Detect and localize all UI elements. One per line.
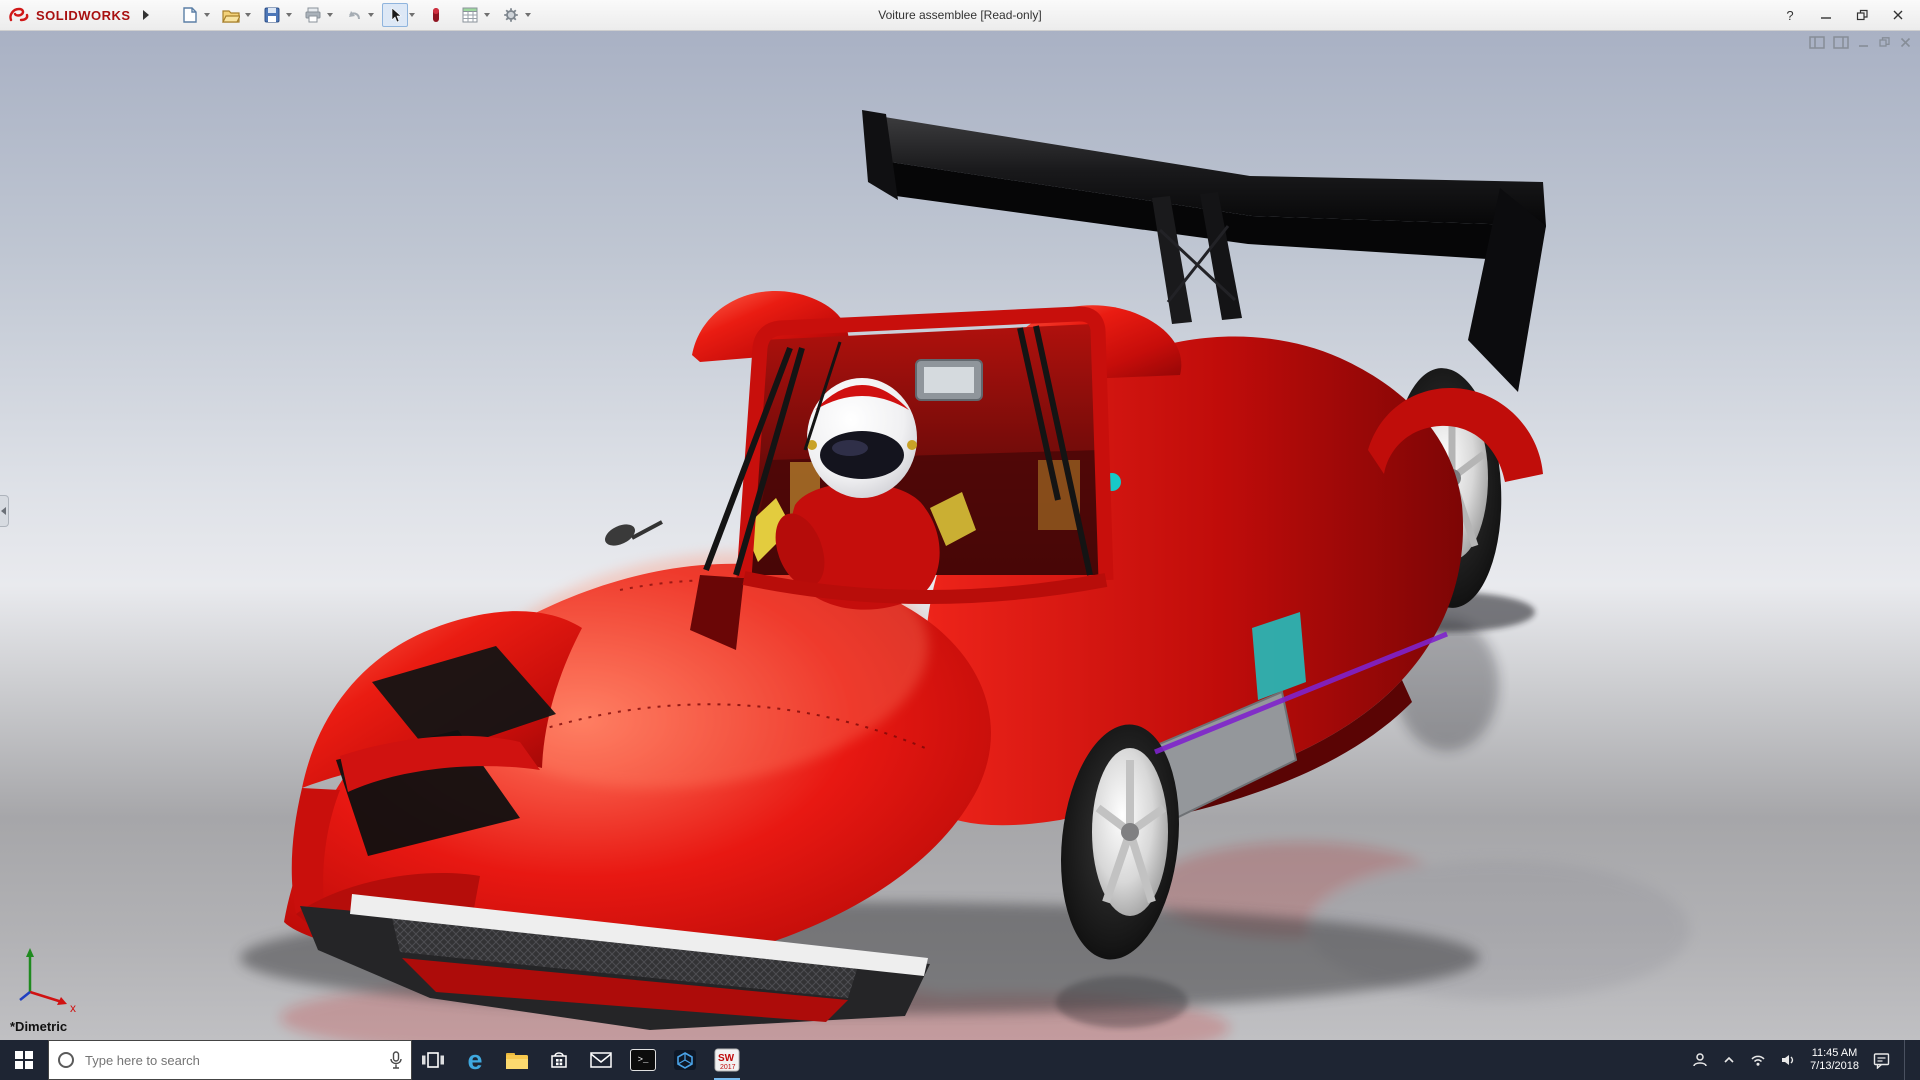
people-icon[interactable] xyxy=(1692,1052,1708,1068)
view-orientation-label: *Dimetric xyxy=(10,1019,68,1034)
minimize-button[interactable] xyxy=(1818,7,1834,23)
helmet-visor xyxy=(820,431,904,479)
viewport-pane-controls xyxy=(1809,36,1912,49)
restore-icon xyxy=(1856,9,1868,21)
close-button[interactable] xyxy=(1890,7,1906,23)
volume-icon[interactable] xyxy=(1780,1052,1796,1068)
minimize-view-icon[interactable] xyxy=(1857,36,1870,49)
system-tray: 11:45 AM 7/13/2018 xyxy=(1692,1040,1920,1080)
solidworks-2017-icon: SW 2017 xyxy=(714,1048,740,1072)
new-document-caret-icon[interactable] xyxy=(203,13,210,17)
design-table-button[interactable] xyxy=(457,3,483,27)
close-view-icon[interactable] xyxy=(1899,36,1912,49)
open-button[interactable] xyxy=(218,3,244,27)
taskbar-solidworks[interactable]: SW 2017 xyxy=(706,1040,748,1080)
network-icon[interactable] xyxy=(1750,1053,1766,1067)
window-controls: ? xyxy=(1782,7,1920,23)
taskbar-search[interactable] xyxy=(48,1040,412,1080)
undo-button[interactable] xyxy=(341,3,367,27)
taskbar-mail[interactable] xyxy=(580,1040,622,1080)
taskbar-store[interactable] xyxy=(538,1040,580,1080)
gear-icon xyxy=(503,8,518,22)
clock-date: 7/13/2018 xyxy=(1810,1060,1859,1072)
edge-icon: e xyxy=(467,1044,483,1075)
edrawings-icon xyxy=(674,1050,696,1070)
action-center-icon[interactable] xyxy=(1873,1052,1890,1069)
design-table-icon xyxy=(462,7,478,23)
save-button[interactable] xyxy=(259,3,285,27)
ds-logo-icon xyxy=(9,7,29,22)
store-icon xyxy=(551,1052,567,1068)
restore-view-icon[interactable] xyxy=(1878,36,1891,49)
save-icon xyxy=(264,7,280,23)
file-explorer-icon xyxy=(506,1052,528,1069)
left-side-mirror[interactable] xyxy=(602,520,639,550)
taskbar-edge[interactable]: e xyxy=(454,1040,496,1080)
options-button[interactable] xyxy=(498,3,524,27)
design-table-caret-icon[interactable] xyxy=(483,13,490,17)
restore-button[interactable] xyxy=(1854,7,1870,23)
open-folder-icon xyxy=(221,10,240,23)
print-caret-icon[interactable] xyxy=(326,13,333,17)
split-pane-left-icon[interactable] xyxy=(1809,36,1825,49)
mail-icon xyxy=(590,1052,612,1068)
select-cursor-icon xyxy=(391,7,402,23)
appearance-icon xyxy=(432,8,439,22)
task-view-button[interactable] xyxy=(412,1040,454,1080)
reference-triad: x xyxy=(19,948,76,1014)
print-icon xyxy=(305,7,321,23)
svg-text:2017: 2017 xyxy=(720,1064,736,1071)
split-pane-right-icon[interactable] xyxy=(1833,36,1849,49)
panel-collapse-tab[interactable] xyxy=(0,494,9,527)
clock-time: 11:45 AM xyxy=(1811,1047,1858,1059)
titlebar: SOLIDWORKS Voiture assemblee [Read-only]… xyxy=(0,0,1920,31)
start-button[interactable] xyxy=(0,1040,48,1080)
minimize-icon xyxy=(1821,17,1831,19)
help-button[interactable]: ? xyxy=(1782,7,1798,23)
collapse-arrow-icon xyxy=(1,506,6,515)
select-tool-button[interactable] xyxy=(381,3,408,27)
command-prompt-icon: >_ xyxy=(630,1049,656,1071)
taskbar-file-explorer[interactable] xyxy=(496,1040,538,1080)
microphone-icon[interactable] xyxy=(389,1051,403,1069)
appearance-button[interactable] xyxy=(423,3,449,27)
search-input[interactable] xyxy=(83,1051,389,1069)
solidworks-window: SOLIDWORKS Voiture assemblee [Read-only]… xyxy=(0,0,1920,1080)
save-caret-icon[interactable] xyxy=(285,13,292,17)
undo-caret-icon[interactable] xyxy=(367,13,374,17)
hidden-icons-chevron-icon[interactable] xyxy=(1722,1054,1736,1066)
solidworks-logo: SOLIDWORKS xyxy=(0,7,139,23)
taskbar-edrawings[interactable] xyxy=(664,1040,706,1080)
windows-taskbar: e >_ xyxy=(0,1040,1920,1080)
main-toolbar xyxy=(177,3,537,27)
new-document-icon xyxy=(182,7,197,23)
new-document-button[interactable] xyxy=(177,3,203,27)
open-caret-icon[interactable] xyxy=(244,13,251,17)
svg-text:SW: SW xyxy=(718,1053,735,1064)
brand-text: SOLIDWORKS xyxy=(36,7,131,23)
select-tool-caret-icon[interactable] xyxy=(408,13,415,17)
taskbar-command-prompt[interactable]: >_ xyxy=(622,1040,664,1080)
3d-scene[interactable] xyxy=(0,30,1920,1040)
print-button[interactable] xyxy=(300,3,326,27)
graphics-viewport[interactable]: *Dimetric x xyxy=(0,30,1920,1040)
triad-x-label: x xyxy=(70,1001,76,1014)
menu-expand-arrow-icon[interactable] xyxy=(142,10,149,20)
windows-logo-icon xyxy=(15,1051,33,1069)
cortana-icon xyxy=(58,1052,74,1068)
show-desktop-button[interactable] xyxy=(1904,1040,1910,1080)
task-view-icon xyxy=(422,1052,444,1068)
close-icon xyxy=(1893,10,1903,20)
undo-icon xyxy=(348,11,360,20)
taskbar-clock[interactable]: 11:45 AM 7/13/2018 xyxy=(1810,1047,1859,1073)
options-caret-icon[interactable] xyxy=(524,13,531,17)
